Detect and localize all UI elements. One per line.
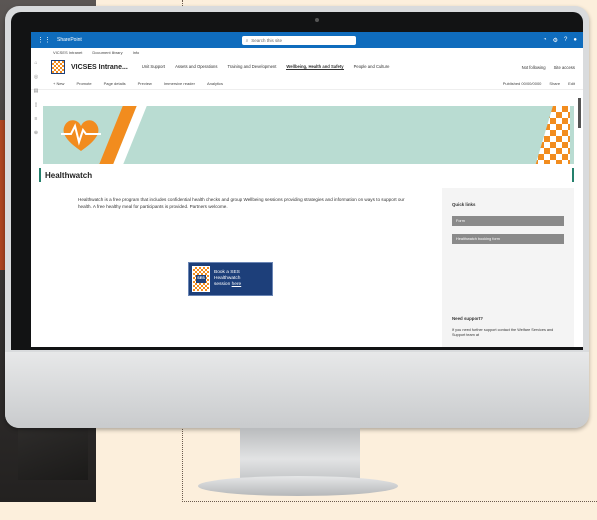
title-row: Healthwatch xyxy=(39,166,574,184)
site-nav-item[interactable]: Assets and Operations xyxy=(175,64,217,70)
share-button[interactable]: Share xyxy=(549,81,560,86)
side-panel: Quick links Form Healthwatch booking for… xyxy=(442,188,574,347)
monitor-base xyxy=(198,476,398,496)
published-status: Published 00/00/0000 xyxy=(502,80,542,86)
page-title: Healthwatch xyxy=(45,170,93,180)
quick-link-item[interactable]: Form xyxy=(452,216,564,226)
monitor-stand xyxy=(240,428,360,480)
camera-dot xyxy=(315,18,319,22)
quick-link-item[interactable]: Healthwatch booking form xyxy=(452,234,564,244)
plus-icon[interactable]: ⊕ xyxy=(34,130,38,136)
cta-text: Book a SES Healthwatch session here xyxy=(214,270,241,287)
list-icon[interactable]: ≡ xyxy=(35,116,38,122)
title-accent-right xyxy=(572,168,574,182)
site-name[interactable]: VICSES Intrane... xyxy=(71,64,128,71)
bell-icon[interactable]: ◔ xyxy=(543,37,547,44)
banner-checker-pattern xyxy=(535,106,570,164)
hub-nav-item[interactable]: VICSES Intranet xyxy=(53,50,82,55)
file-icon[interactable]: ▯ xyxy=(35,102,38,108)
command-bar: + New Promote Page details Preview Immer… xyxy=(31,77,583,90)
app-name[interactable]: SharePoint xyxy=(57,37,82,43)
app-launcher-icon[interactable]: ⋮⋮ xyxy=(37,36,51,44)
news-icon[interactable]: ▤ xyxy=(34,88,39,94)
help-icon[interactable]: ? xyxy=(564,37,567,44)
site-header: VICSES Intrane... Unit Support Assets an… xyxy=(31,57,583,77)
page-details-button[interactable]: Page details xyxy=(104,81,126,86)
site-access-button[interactable]: Site access xyxy=(554,65,575,70)
immersive-reader-button[interactable]: Immersive reader xyxy=(164,81,195,86)
site-header-actions: Not following Site access xyxy=(522,65,583,70)
monitor-chin xyxy=(5,352,589,428)
site-nav-item[interactable]: Training and Development xyxy=(227,64,276,70)
need-support-text: If you need further support contact the … xyxy=(452,328,554,337)
suite-icons: ◔ ⚙ ? ● xyxy=(543,37,577,44)
page-body-text: Healthwatch is a free program that inclu… xyxy=(78,197,405,209)
cta-line: session here xyxy=(214,282,241,288)
hub-nav-item[interactable]: Info xyxy=(133,50,140,55)
hub-nav: VICSES Intranet Document library Info xyxy=(31,48,583,57)
cta-link[interactable]: here xyxy=(232,282,242,287)
home-icon[interactable]: ⌂ xyxy=(34,60,37,66)
new-button[interactable]: + New xyxy=(53,81,64,86)
search-placeholder: Search this site xyxy=(251,37,283,43)
page-scrollbar[interactable] xyxy=(578,98,581,128)
page-banner xyxy=(43,106,574,164)
book-healthwatch-button[interactable]: SES Book a SES Healthwatch session here xyxy=(188,262,273,296)
screen: ⋮⋮ SharePoint ⌕ Search this site ◔ ⚙ ? ●… xyxy=(31,32,583,347)
search-icon: ⌕ xyxy=(245,37,249,43)
globe-icon[interactable]: ◎ xyxy=(34,74,38,80)
search-input[interactable]: ⌕ Search this site xyxy=(241,35,356,45)
edit-button[interactable]: Edit xyxy=(568,81,575,86)
site-logo[interactable] xyxy=(51,60,65,74)
site-nav-item-active[interactable]: Wellbeing, Health and Safety xyxy=(286,64,344,70)
avatar[interactable]: ● xyxy=(573,37,577,44)
hub-nav-item[interactable]: Document library xyxy=(92,50,122,55)
suite-bar: ⋮⋮ SharePoint ⌕ Search this site ◔ ⚙ ? ● xyxy=(31,32,583,48)
analytics-button[interactable]: Analytics xyxy=(207,81,223,86)
quick-links-title: Quick links xyxy=(452,202,476,207)
gear-icon[interactable]: ⚙ xyxy=(553,37,558,44)
dotted-guide-horizontal xyxy=(182,501,597,502)
command-bar-right: Published 00/00/0000 Share Edit xyxy=(503,81,583,86)
ses-logo: SES xyxy=(192,266,210,292)
site-nav: Unit Support Assets and Operations Train… xyxy=(142,64,390,70)
need-support-title: Need support? xyxy=(452,316,483,321)
site-nav-item[interactable]: People and Culture xyxy=(354,64,390,70)
cta-line-prefix: session xyxy=(214,281,231,287)
ses-logo-text: SES xyxy=(196,275,206,283)
follow-button[interactable]: Not following xyxy=(522,65,546,70)
promote-button[interactable]: Promote xyxy=(76,81,91,86)
heart-pulse-icon xyxy=(61,120,101,151)
preview-button[interactable]: Preview xyxy=(138,81,152,86)
left-rail: ⌂ ◎ ▤ ▯ ≡ ⊕ xyxy=(31,48,41,347)
site-nav-item[interactable]: Unit Support xyxy=(142,64,165,70)
title-accent xyxy=(39,168,41,182)
